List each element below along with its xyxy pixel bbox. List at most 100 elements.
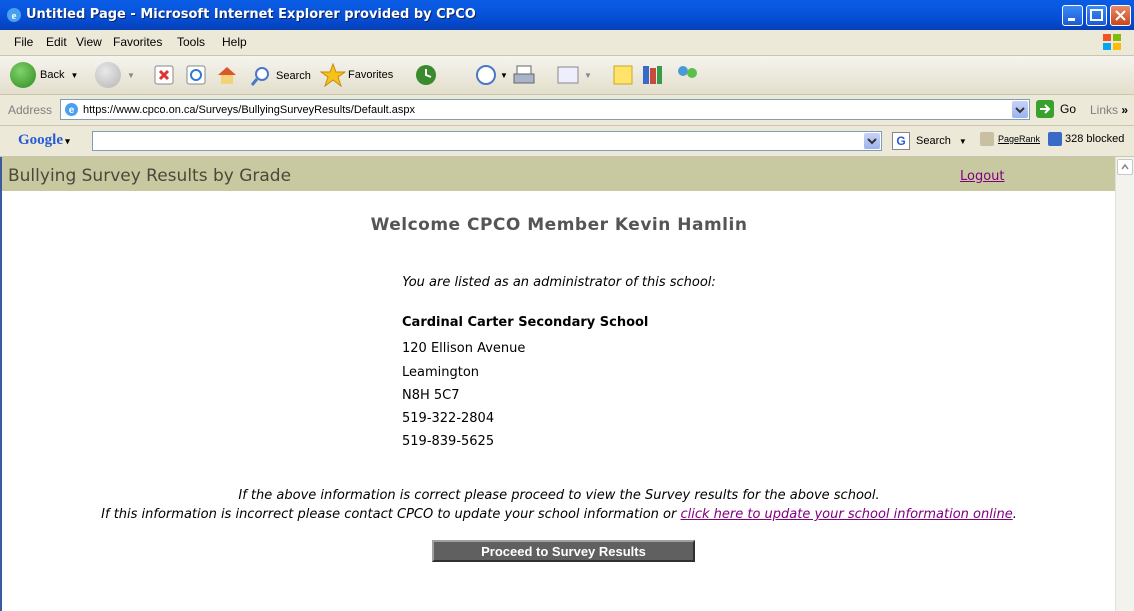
menu-view[interactable]: View <box>76 35 102 49</box>
close-icon <box>1115 10 1126 21</box>
info-incorrect-suffix: . <box>1012 507 1017 522</box>
edit-button[interactable]: ▼ <box>556 64 592 86</box>
books-icon <box>643 66 662 84</box>
messenger-button[interactable] <box>674 63 700 87</box>
chevron-up-icon <box>1121 163 1129 170</box>
favorites-button[interactable]: Favorites <box>320 63 393 87</box>
search-label: Search <box>276 70 311 82</box>
menu-file[interactable]: File <box>14 35 33 49</box>
google-toolbar: Google ▾ G Search ▼ PageRank 328 blocked <box>0 126 1134 157</box>
welcome-heading: Welcome CPCO Member Kevin Hamlin <box>370 215 748 235</box>
history-button[interactable] <box>414 63 438 87</box>
home-icon <box>218 67 236 84</box>
address-label: Address <box>8 103 53 117</box>
popup-blocker-button[interactable]: 328 blocked <box>1048 132 1124 146</box>
school-phone: 519-322-2804 <box>402 411 495 426</box>
window-title-bar[interactable]: e Untitled Page - Microsoft Internet Exp… <box>0 0 1134 30</box>
proceed-to-results-button[interactable]: Proceed to Survey Results <box>432 540 695 562</box>
address-input[interactable]: e https://www.cpco.on.ca/Surveys/Bullyin… <box>60 99 1030 120</box>
google-logo-button[interactable]: Google ▾ <box>18 132 70 149</box>
update-school-info-link[interactable]: click here to update your school informa… <box>680 507 1012 522</box>
internet-explorer-icon: e <box>7 8 21 22</box>
popup-blocked-icon <box>1048 132 1062 146</box>
stop-button[interactable] <box>154 65 174 85</box>
maximize-button[interactable] <box>1086 5 1107 26</box>
google-search-input[interactable] <box>92 131 882 151</box>
school-name: Cardinal Carter Secondary School <box>402 315 649 330</box>
minimize-icon <box>1068 18 1075 21</box>
school-city: Leamington <box>402 365 480 380</box>
admin-notice: You are listed as an administrator of th… <box>402 275 716 290</box>
page-header: Bullying Survey Results by Grade Logout <box>2 157 1116 191</box>
search-button[interactable]: Search <box>250 65 311 87</box>
chevron-down-icon: ▼ <box>584 70 592 80</box>
google-search-button[interactable]: G Search ▼ <box>892 132 967 150</box>
go-button[interactable]: Go <box>1036 100 1076 118</box>
info-incorrect-text: If this information is incorrect please … <box>2 507 1116 522</box>
chevron-down-icon <box>867 138 877 145</box>
logout-link[interactable]: Logout <box>960 169 1005 184</box>
school-fax: 519-839-5625 <box>402 434 495 449</box>
school-postal-code: N8H 5C7 <box>402 388 460 403</box>
vertical-scrollbar[interactable] <box>1115 157 1134 611</box>
close-button[interactable] <box>1110 5 1131 26</box>
maximize-icon <box>1090 9 1103 21</box>
page-content: Bullying Survey Results by Grade Logout … <box>0 157 1134 611</box>
back-button[interactable]: Back ▼ <box>10 62 78 88</box>
menu-help[interactable]: Help <box>222 35 247 49</box>
svg-text:e: e <box>12 10 17 22</box>
address-dropdown-button[interactable] <box>1012 101 1028 118</box>
refresh-icon <box>186 65 206 85</box>
google-search-label: Search <box>916 135 951 147</box>
menu-edit[interactable]: Edit <box>46 35 67 49</box>
address-bar: Address e https://www.cpco.on.ca/Surveys… <box>0 95 1134 126</box>
windows-logo-icon <box>1103 34 1121 50</box>
forward-button[interactable]: ▼ <box>95 62 135 88</box>
back-label: Back <box>40 69 65 81</box>
menu-tools[interactable]: Tools <box>177 35 205 49</box>
window-title: Untitled Page - Microsoft Internet Explo… <box>26 7 476 22</box>
forward-arrow-icon <box>95 62 121 88</box>
blocked-count: 328 blocked <box>1065 133 1125 145</box>
edit-page-icon <box>557 66 579 84</box>
home-button[interactable] <box>216 64 238 86</box>
standard-toolbar: Back ▼ ▼ Search Favorites ▼ ▼ <box>0 56 1134 95</box>
scroll-up-button[interactable] <box>1117 159 1133 175</box>
menu-favorites[interactable]: Favorites <box>113 35 162 49</box>
go-label: Go <box>1060 102 1077 116</box>
minimize-button[interactable] <box>1062 5 1083 26</box>
page-title: Bullying Survey Results by Grade <box>8 166 292 186</box>
pagerank-indicator[interactable]: PageRank <box>980 132 1040 146</box>
school-address: 120 Ellison Avenue <box>402 341 526 356</box>
star-icon <box>320 63 346 87</box>
research-button[interactable] <box>640 63 664 87</box>
info-incorrect-prefix: If this information is incorrect please … <box>101 507 681 522</box>
google-logo: Google <box>18 132 63 148</box>
print-button[interactable] <box>512 64 536 86</box>
google-search-dropdown[interactable] <box>864 133 880 149</box>
search-icon <box>250 67 269 86</box>
links-button[interactable]: Links » <box>1090 103 1128 117</box>
print-icon <box>513 65 535 84</box>
messenger-icon <box>678 66 697 78</box>
discuss-button[interactable] <box>612 64 634 86</box>
address-url: https://www.cpco.on.ca/Surveys/BullyingS… <box>83 104 415 116</box>
pagerank-icon <box>980 132 994 146</box>
chevron-down-icon: ▼ <box>127 70 135 80</box>
favorites-label: Favorites <box>348 69 394 81</box>
google-g-icon: G <box>892 132 910 150</box>
note-icon <box>613 65 633 85</box>
pagerank-label: PageRank <box>998 134 1041 144</box>
stop-icon <box>154 65 174 85</box>
ie-page-icon: e <box>65 103 78 116</box>
links-label: Links <box>1090 103 1119 117</box>
chevron-down-icon: ▼ <box>958 136 967 146</box>
mail-button[interactable]: ▼ <box>474 64 508 86</box>
refresh-button[interactable] <box>186 65 206 85</box>
svg-text:e: e <box>69 105 75 116</box>
chevron-down-icon: ▼ <box>70 70 79 80</box>
chevron-down-icon: ▼ <box>500 70 508 80</box>
go-arrow-icon <box>1036 100 1054 118</box>
mail-icon <box>476 65 496 85</box>
history-icon <box>416 65 436 85</box>
